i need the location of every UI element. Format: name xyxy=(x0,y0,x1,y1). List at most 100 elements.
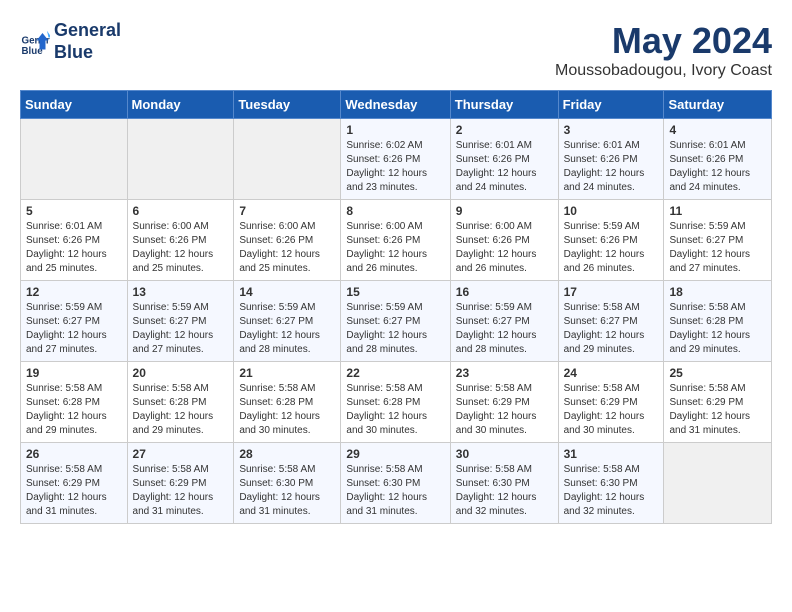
day-info: Sunrise: 5:59 AM Sunset: 6:27 PM Dayligh… xyxy=(133,301,229,357)
day-info: Sunrise: 5:58 AM Sunset: 6:30 PM Dayligh… xyxy=(564,463,659,519)
day-number: 6 xyxy=(133,204,229,218)
day-number: 18 xyxy=(669,285,766,299)
day-number: 20 xyxy=(133,366,229,380)
page: General Blue General Blue May 2024 Mouss… xyxy=(0,0,792,544)
day-info: Sunrise: 6:00 AM Sunset: 6:26 PM Dayligh… xyxy=(456,220,553,276)
subtitle: Moussobadougou, Ivory Coast xyxy=(555,62,772,80)
weekday-header-saturday: Saturday xyxy=(664,91,772,119)
weekday-header-row: SundayMondayTuesdayWednesdayThursdayFrid… xyxy=(21,91,772,119)
day-number: 24 xyxy=(564,366,659,380)
day-number: 1 xyxy=(346,123,444,137)
day-info: Sunrise: 6:01 AM Sunset: 6:26 PM Dayligh… xyxy=(669,139,766,195)
day-info: Sunrise: 5:58 AM Sunset: 6:30 PM Dayligh… xyxy=(239,463,335,519)
day-number: 17 xyxy=(564,285,659,299)
calendar-week-row: 12Sunrise: 5:59 AM Sunset: 6:27 PM Dayli… xyxy=(21,281,772,362)
day-info: Sunrise: 5:58 AM Sunset: 6:28 PM Dayligh… xyxy=(346,382,444,438)
day-info: Sunrise: 5:58 AM Sunset: 6:28 PM Dayligh… xyxy=(669,301,766,357)
calendar-cell: 22 Sunrise: 5:58 AM Sunset: 6:28 PM Dayli… xyxy=(341,362,450,443)
day-number: 15 xyxy=(346,285,444,299)
calendar-cell: 21Sunrise: 5:58 AM Sunset: 6:28 PM Dayli… xyxy=(234,362,341,443)
weekday-header-sunday: Sunday xyxy=(21,91,128,119)
calendar-cell: 18 Sunrise: 5:58 AM Sunset: 6:28 PM Dayli… xyxy=(664,281,772,362)
day-info: Sunrise: 5:58 AM Sunset: 6:29 PM Dayligh… xyxy=(564,382,659,438)
calendar-week-row: 5 Sunrise: 6:01 AM Sunset: 6:26 PM Daylig… xyxy=(21,200,772,281)
day-info: Sunrise: 5:58 AM Sunset: 6:29 PM Dayligh… xyxy=(133,463,229,519)
calendar-cell xyxy=(664,443,772,524)
calendar-cell: 25 Sunrise: 5:58 AM Sunset: 6:29 PM Dayli… xyxy=(664,362,772,443)
calendar-cell: 31 Sunrise: 5:58 AM Sunset: 6:30 PM Dayli… xyxy=(558,443,664,524)
calendar-cell: 7Sunrise: 6:00 AM Sunset: 6:26 PM Daylig… xyxy=(234,200,341,281)
day-info: Sunrise: 5:58 AM Sunset: 6:30 PM Dayligh… xyxy=(346,463,444,519)
calendar-cell: 15 Sunrise: 5:59 AM Sunset: 6:27 PM Dayli… xyxy=(341,281,450,362)
day-info: Sunrise: 5:58 AM Sunset: 6:30 PM Dayligh… xyxy=(456,463,553,519)
day-number: 28 xyxy=(239,447,335,461)
day-number: 11 xyxy=(669,204,766,218)
header: General Blue General Blue May 2024 Mouss… xyxy=(20,20,772,80)
day-info: Sunrise: 6:02 AM Sunset: 6:26 PM Dayligh… xyxy=(346,139,444,195)
calendar-cell: 19Sunrise: 5:58 AM Sunset: 6:28 PM Dayli… xyxy=(21,362,128,443)
day-info: Sunrise: 5:59 AM Sunset: 6:26 PM Dayligh… xyxy=(564,220,659,276)
day-info: Sunrise: 6:01 AM Sunset: 6:26 PM Dayligh… xyxy=(564,139,659,195)
calendar-cell: 4 Sunrise: 6:01 AM Sunset: 6:26 PM Daylig… xyxy=(664,119,772,200)
day-info: Sunrise: 5:58 AM Sunset: 6:27 PM Dayligh… xyxy=(564,301,659,357)
day-info: Sunrise: 5:59 AM Sunset: 6:27 PM Dayligh… xyxy=(669,220,766,276)
calendar-cell: 14 Sunrise: 5:59 AM Sunset: 6:27 PM Dayli… xyxy=(234,281,341,362)
day-number: 8 xyxy=(346,204,444,218)
day-number: 4 xyxy=(669,123,766,137)
day-info: Sunrise: 6:01 AM Sunset: 6:26 PM Dayligh… xyxy=(456,139,553,195)
logo-text: General Blue xyxy=(54,20,121,63)
calendar-cell: 30Sunrise: 5:58 AM Sunset: 6:30 PM Dayli… xyxy=(450,443,558,524)
day-info: Sunrise: 6:00 AM Sunset: 6:26 PM Dayligh… xyxy=(133,220,229,276)
logo-line1: General xyxy=(54,20,121,42)
calendar-week-row: 19 Sunrise: 5:58 AM Sunset: 6:28 PM Dayli… xyxy=(21,362,772,443)
day-number: 23 xyxy=(456,366,553,380)
day-info: Sunrise: 5:58 AM Sunset: 6:29 PM Dayligh… xyxy=(456,382,553,438)
calendar-cell: 11 Sunrise: 5:59 AM Sunset: 6:27 PM Dayli… xyxy=(664,200,772,281)
calendar-cell: 3 Sunrise: 6:01 AM Sunset: 6:26 PM Daylig… xyxy=(558,119,664,200)
day-info: Sunrise: 5:58 AM Sunset: 6:29 PM Dayligh… xyxy=(26,463,122,519)
weekday-header-thursday: Thursday xyxy=(450,91,558,119)
weekday-header-wednesday: Wednesday xyxy=(341,91,450,119)
day-number: 25 xyxy=(669,366,766,380)
calendar-cell: 16Sunrise: 5:59 AM Sunset: 6:27 PM Dayli… xyxy=(450,281,558,362)
calendar-cell: 24 Sunrise: 5:58 AM Sunset: 6:29 PM Dayli… xyxy=(558,362,664,443)
day-number: 3 xyxy=(564,123,659,137)
calendar-cell: 12Sunrise: 5:59 AM Sunset: 6:27 PM Dayli… xyxy=(21,281,128,362)
calendar-week-row: 26 Sunrise: 5:58 AM Sunset: 6:29 PM Dayli… xyxy=(21,443,772,524)
day-info: Sunrise: 6:01 AM Sunset: 6:26 PM Dayligh… xyxy=(26,220,122,276)
day-number: 31 xyxy=(564,447,659,461)
title-block: May 2024 Moussobadougou, Ivory Coast xyxy=(555,20,772,80)
day-number: 14 xyxy=(239,285,335,299)
calendar-cell: 5 Sunrise: 6:01 AM Sunset: 6:26 PM Daylig… xyxy=(21,200,128,281)
day-info: Sunrise: 5:59 AM Sunset: 6:27 PM Dayligh… xyxy=(26,301,122,357)
calendar-week-row: 1 Sunrise: 6:02 AM Sunset: 6:26 PM Daylig… xyxy=(21,119,772,200)
day-number: 27 xyxy=(133,447,229,461)
calendar-cell: 9 Sunrise: 6:00 AM Sunset: 6:26 PM Daylig… xyxy=(450,200,558,281)
day-number: 22 xyxy=(346,366,444,380)
logo-icon: General Blue xyxy=(20,27,50,57)
calendar-cell: 28 Sunrise: 5:58 AM Sunset: 6:30 PM Dayli… xyxy=(234,443,341,524)
day-info: Sunrise: 5:59 AM Sunset: 6:27 PM Dayligh… xyxy=(239,301,335,357)
calendar-cell: 23 Sunrise: 5:58 AM Sunset: 6:29 PM Dayli… xyxy=(450,362,558,443)
weekday-header-tuesday: Tuesday xyxy=(234,91,341,119)
day-number: 2 xyxy=(456,123,553,137)
calendar-cell xyxy=(234,119,341,200)
day-number: 16 xyxy=(456,285,553,299)
day-info: Sunrise: 5:58 AM Sunset: 6:29 PM Dayligh… xyxy=(669,382,766,438)
day-info: Sunrise: 5:59 AM Sunset: 6:27 PM Dayligh… xyxy=(346,301,444,357)
weekday-header-monday: Monday xyxy=(127,91,234,119)
calendar-cell: 26 Sunrise: 5:58 AM Sunset: 6:29 PM Dayli… xyxy=(21,443,128,524)
calendar-cell: 8Sunrise: 6:00 AM Sunset: 6:26 PM Daylig… xyxy=(341,200,450,281)
calendar-cell: 13Sunrise: 5:59 AM Sunset: 6:27 PM Dayli… xyxy=(127,281,234,362)
day-number: 10 xyxy=(564,204,659,218)
calendar-cell xyxy=(127,119,234,200)
day-number: 9 xyxy=(456,204,553,218)
weekday-header-friday: Friday xyxy=(558,91,664,119)
day-number: 19 xyxy=(26,366,122,380)
calendar-cell xyxy=(21,119,128,200)
calendar-cell: 27 Sunrise: 5:58 AM Sunset: 6:29 PM Dayli… xyxy=(127,443,234,524)
day-number: 26 xyxy=(26,447,122,461)
calendar-cell: 1 Sunrise: 6:02 AM Sunset: 6:26 PM Daylig… xyxy=(341,119,450,200)
day-number: 5 xyxy=(26,204,122,218)
calendar-cell: 29Sunrise: 5:58 AM Sunset: 6:30 PM Dayli… xyxy=(341,443,450,524)
